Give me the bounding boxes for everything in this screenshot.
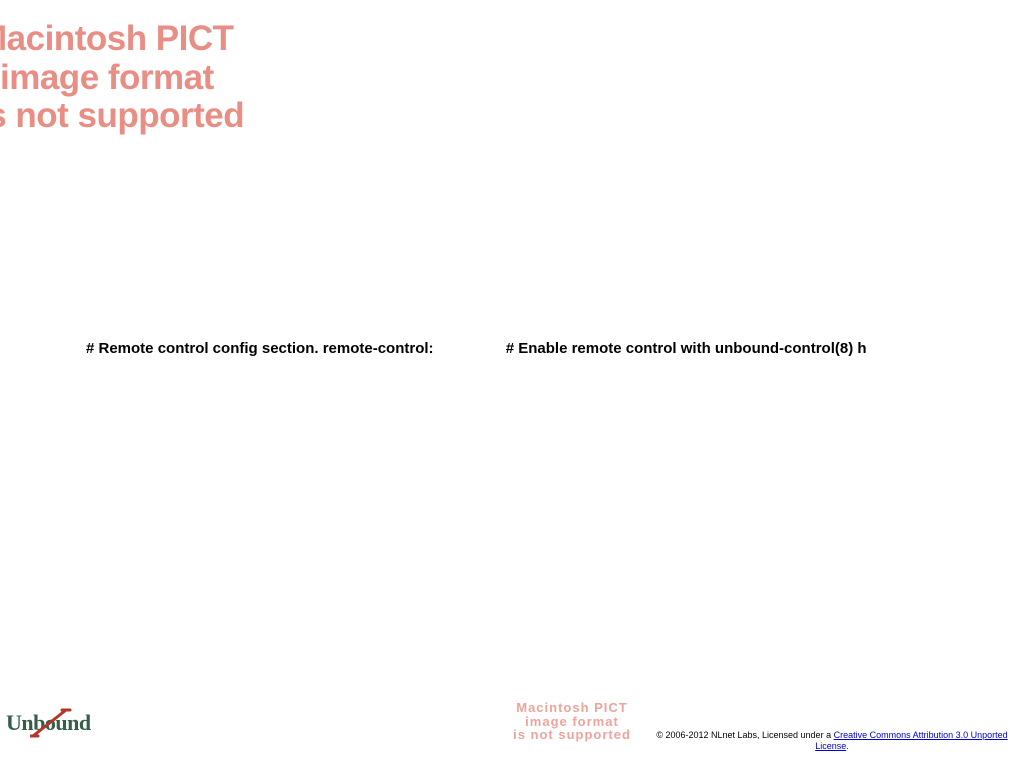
license-footer: © 2006-2012 NLnet Labs, Licensed under a… [642,730,1022,753]
license-link[interactable]: Creative Commons Attribution 3.0 Unporte… [815,730,1007,751]
pict-small-line2: image format [472,715,672,729]
config-comment-right: # Enable remote control with unbound-con… [506,340,867,357]
license-prefix: © 2006-2012 NLnet Labs, Licensed under a [656,730,833,740]
unbound-logo-text: Unbound [6,710,91,736]
pict-placeholder-line1: Macintosh PICT [0,20,244,59]
config-comment-left: # Remote control config section. remote-… [86,340,434,357]
pict-placeholder-line2: image format [0,59,244,98]
license-suffix: . [846,741,849,751]
config-comment-row: # Remote control config section. remote-… [86,340,1024,357]
pict-placeholder-top: Macintosh PICT image format is not suppo… [0,20,244,136]
pict-small-line1: Macintosh PICT [472,701,672,715]
pict-placeholder-line3: is not supported [0,97,244,136]
unbound-logo: Unbound [6,708,126,744]
